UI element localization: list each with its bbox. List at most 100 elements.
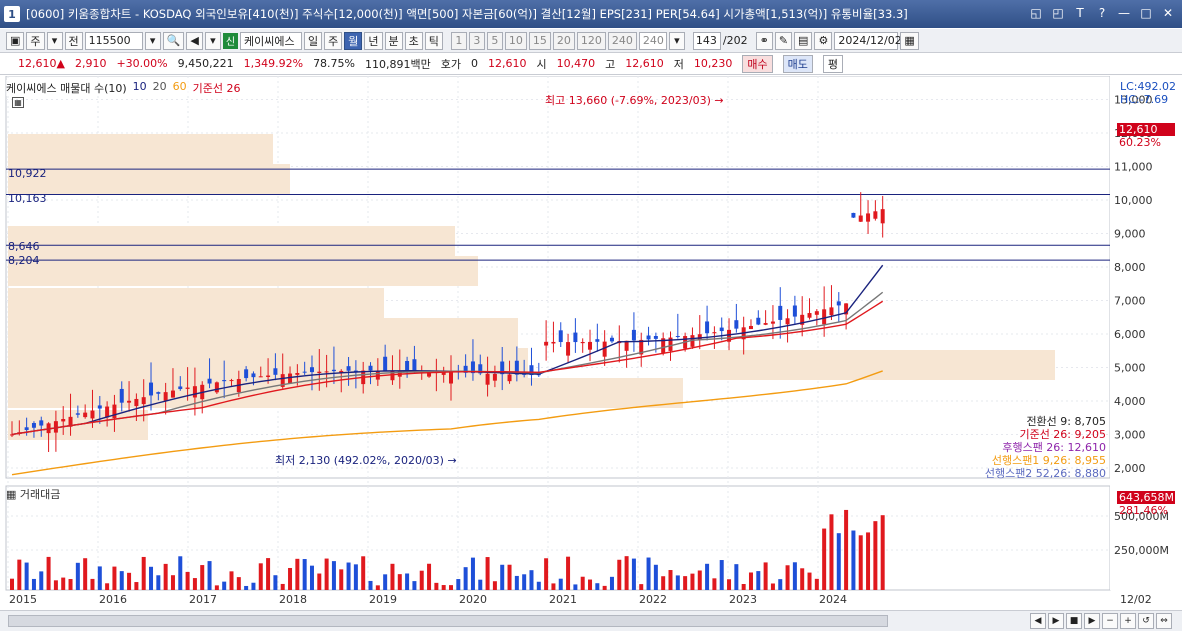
volume-bar [785,565,790,590]
market-dropdown-icon[interactable]: ▾ [46,31,63,50]
help-icon[interactable]: ? [1094,4,1110,22]
candle-body [770,321,775,324]
speaker-dropdown-icon[interactable]: ▾ [204,31,221,50]
candle-body [112,404,117,419]
volume-profile-zone [8,164,290,194]
volume-bar [258,563,263,590]
period-minute[interactable]: 분 [384,31,403,50]
font-icon[interactable]: T [1072,4,1088,22]
play-icon[interactable]: ▶ [1048,613,1064,629]
prev-button[interactable]: 전 [64,31,83,50]
calendar-icon[interactable]: ▦ [900,31,919,50]
stock-name-field[interactable]: 케이씨에스 [240,31,303,50]
date-input[interactable]: 2024/12/02 [834,31,902,50]
candle-body [273,368,278,375]
settings-icon[interactable]: ⚙ [814,31,833,50]
period-tick[interactable]: 틱 [424,31,443,50]
volume-bar [536,581,541,590]
search-icon[interactable]: 🔍 [162,31,185,50]
volume-bar [492,581,497,590]
period-year[interactable]: 년 [364,31,383,50]
volume-bar [119,571,124,590]
interval-120[interactable]: 120 [576,31,606,50]
minimize-icon[interactable]: — [1116,4,1132,22]
interval-5[interactable]: 5 [486,31,503,50]
volume-bar [829,514,834,590]
buy-button[interactable]: 매수 [742,54,773,73]
interval-1[interactable]: 1 [450,31,467,50]
interval-10[interactable]: 10 [504,31,527,50]
zoom-out-icon[interactable]: − [1102,613,1118,629]
draw-icon[interactable]: ✎ [774,31,793,50]
volume-bar [558,578,563,590]
interval-15[interactable]: 15 [528,31,551,50]
dock-icon[interactable]: ◰ [1050,4,1066,22]
volume-bar [170,575,175,590]
zoom-in-icon[interactable]: + [1120,613,1136,629]
candle-body [39,420,44,426]
link-icon[interactable]: ⚭ [755,31,773,50]
stock-code-input[interactable]: 115500 [84,31,143,50]
candle-body [97,405,102,409]
volume-bar [734,564,739,590]
period-second[interactable]: 초 [404,31,423,50]
candle-body [792,305,797,317]
candle-body [61,418,66,422]
volume-profile-zone [8,134,273,164]
volume-bar [814,578,819,590]
restore-icon[interactable]: ◱ [1028,4,1044,22]
price-tick-label: 2,000 [1114,462,1146,475]
stop-icon[interactable]: ■ [1066,613,1082,629]
window-number[interactable]: 1 [4,6,20,22]
candle-body [858,215,863,222]
candle-body [631,329,636,341]
price-tick-label: 10,000 [1114,194,1153,207]
volume-bar [68,579,73,590]
legend-ma10: 10 [132,80,147,93]
price-tick-label: 3,000 [1114,428,1146,441]
maximize-icon[interactable]: □ [1138,4,1154,22]
candle-body [75,413,80,415]
scroll-left-icon[interactable]: ◀ [1030,613,1046,629]
count-input[interactable]: 143 [692,31,721,50]
grid-icon[interactable]: ▦ [12,97,24,108]
period-day[interactable]: 일 [304,31,323,50]
period-week[interactable]: 주 [324,31,343,50]
interval-select[interactable]: 240 [638,31,667,50]
volume-bar [112,566,117,590]
interval-dropdown-icon[interactable]: ▾ [668,31,685,50]
save-icon[interactable]: ▤ [794,31,813,50]
interval-3[interactable]: 3 [468,31,485,50]
eval-button[interactable]: 평 [822,54,843,73]
layout-icon[interactable]: ▣ [6,31,25,50]
period-month[interactable]: 월 [344,31,363,50]
ichimoku-lead1: 선행스팬1 9,26: 8,955 [991,454,1106,467]
market-select[interactable]: 주 [26,31,45,50]
fit-icon[interactable]: ⇔ [1156,613,1172,629]
ichimoku-lagging: 후행스팬 26: 12,610 [1002,441,1106,454]
price-chart[interactable]: 13,00012,00011,00010,0009,0008,0007,0006… [0,76,1182,610]
scroll-right-icon[interactable]: ▶ [1084,613,1100,629]
volume-bar [807,572,812,590]
volume-bar [866,532,871,590]
close-icon[interactable]: ✕ [1160,4,1176,22]
volume-bar [46,556,51,590]
candle-body [734,320,739,329]
candle-body [127,400,132,403]
shin-badge: 신 [222,32,239,49]
reset-icon[interactable]: ↺ [1138,613,1154,629]
quote-bar: 12,610▲ 2,910 +30.00% 9,450,221 1,349.92… [0,53,1182,75]
volume-bar [712,578,717,590]
speaker-icon[interactable]: ◀ [186,31,203,50]
volume-bar [873,521,878,590]
candle-body [778,305,783,320]
code-dropdown-icon[interactable]: ▾ [144,31,161,50]
hline-label-4: 8,204 [8,254,40,267]
interval-20[interactable]: 20 [552,31,575,50]
interval-240[interactable]: 240 [607,31,637,50]
scrollbar[interactable] [8,615,888,627]
candle-body [785,318,790,325]
candle-body [558,330,563,343]
candle-body [719,327,724,332]
sell-button[interactable]: 매도 [782,54,813,73]
